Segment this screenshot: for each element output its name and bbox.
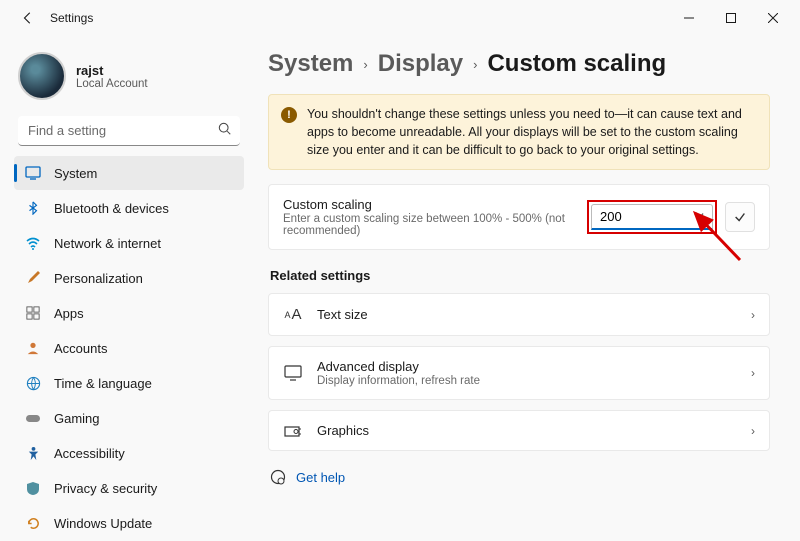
confirm-button[interactable] xyxy=(725,202,755,232)
page-title: Custom scaling xyxy=(487,50,666,78)
sidebar-item-accessibility[interactable]: Accessibility xyxy=(14,436,244,470)
breadcrumb: System › Display › Custom scaling xyxy=(268,50,770,78)
chevron-right-icon: › xyxy=(751,424,755,438)
user-block[interactable]: rajst Local Account xyxy=(14,44,244,114)
close-button[interactable] xyxy=(752,2,794,34)
sidebar-item-label: Time & language xyxy=(54,376,152,391)
custom-scaling-title: Custom scaling xyxy=(283,197,587,212)
sidebar-item-system[interactable]: System xyxy=(14,156,244,190)
breadcrumb-display[interactable]: Display xyxy=(378,50,463,78)
search-box xyxy=(18,116,240,146)
sidebar-item-label: System xyxy=(54,166,97,181)
advanced-display-row[interactable]: Advanced display Display information, re… xyxy=(268,346,770,400)
search-input[interactable] xyxy=(18,116,240,146)
text-size-row[interactable]: AA Text size › xyxy=(268,293,770,336)
sidebar-item-privacy[interactable]: Privacy & security xyxy=(14,471,244,505)
sidebar-item-label: Privacy & security xyxy=(54,481,157,496)
user-name: rajst xyxy=(76,63,148,78)
gamepad-icon xyxy=(24,409,42,427)
apps-icon xyxy=(24,304,42,322)
sidebar-item-label: Windows Update xyxy=(54,516,152,531)
content-area: System › Display › Custom scaling ! You … xyxy=(252,36,800,532)
sidebar-item-network[interactable]: Network & internet xyxy=(14,226,244,260)
warning-banner: ! You shouldn't change these settings un… xyxy=(268,94,770,170)
title-bar: Settings xyxy=(0,0,800,36)
monitor-icon xyxy=(283,365,303,381)
clear-input-icon[interactable]: ✕ xyxy=(695,210,705,224)
minimize-button[interactable] xyxy=(668,2,710,34)
update-icon xyxy=(24,514,42,532)
related-settings-label: Related settings xyxy=(270,268,770,283)
sidebar-item-label: Bluetooth & devices xyxy=(54,201,169,216)
graphics-icon xyxy=(283,424,303,438)
globe-icon xyxy=(24,374,42,392)
avatar xyxy=(18,52,66,100)
breadcrumb-system[interactable]: System xyxy=(268,50,353,78)
nav-list: System Bluetooth & devices Network & int… xyxy=(14,156,244,541)
chevron-right-icon: › xyxy=(473,57,477,72)
maximize-button[interactable] xyxy=(710,2,752,34)
custom-scaling-card: Custom scaling Enter a custom scaling si… xyxy=(268,184,770,250)
user-subtitle: Local Account xyxy=(76,78,148,90)
person-icon xyxy=(24,339,42,357)
accessibility-icon xyxy=(24,444,42,462)
get-help-link[interactable]: Get help xyxy=(296,470,345,485)
chevron-right-icon: › xyxy=(751,308,755,322)
sidebar-item-accounts[interactable]: Accounts xyxy=(14,331,244,365)
warning-icon: ! xyxy=(281,107,297,123)
warning-text: You shouldn't change these settings unle… xyxy=(307,105,757,159)
sidebar-item-apps[interactable]: Apps xyxy=(14,296,244,330)
back-button[interactable] xyxy=(12,2,44,34)
sidebar-item-label: Accounts xyxy=(54,341,107,356)
sidebar-item-time[interactable]: Time & language xyxy=(14,366,244,400)
sidebar-item-personalization[interactable]: Personalization xyxy=(14,261,244,295)
chevron-right-icon: › xyxy=(363,57,367,72)
help-icon xyxy=(270,469,286,485)
shield-icon xyxy=(24,479,42,497)
sidebar-item-label: Accessibility xyxy=(54,446,125,461)
sidebar-item-gaming[interactable]: Gaming xyxy=(14,401,244,435)
window-controls xyxy=(668,2,794,34)
row-title: Advanced display xyxy=(317,359,751,374)
sidebar-item-label: Gaming xyxy=(54,411,100,426)
get-help-row[interactable]: Get help xyxy=(268,469,770,485)
bluetooth-icon xyxy=(24,199,42,217)
search-icon[interactable] xyxy=(218,122,232,141)
sidebar-item-update[interactable]: Windows Update xyxy=(14,506,244,540)
graphics-row[interactable]: Graphics › xyxy=(268,410,770,451)
sidebar-item-label: Network & internet xyxy=(54,236,161,251)
system-icon xyxy=(24,164,42,182)
row-title: Text size xyxy=(317,307,751,322)
sidebar-item-label: Personalization xyxy=(54,271,143,286)
text-size-icon: AA xyxy=(283,306,303,323)
highlight-annotation: ✕ xyxy=(587,200,717,234)
sidebar-item-bluetooth[interactable]: Bluetooth & devices xyxy=(14,191,244,225)
sidebar-item-label: Apps xyxy=(54,306,84,321)
sidebar: rajst Local Account System Bluetooth & d… xyxy=(0,36,252,532)
chevron-right-icon: › xyxy=(751,366,755,380)
wifi-icon xyxy=(24,234,42,252)
brush-icon xyxy=(24,269,42,287)
custom-scaling-sub: Enter a custom scaling size between 100%… xyxy=(283,213,587,237)
row-title: Graphics xyxy=(317,423,751,438)
checkmark-icon xyxy=(733,210,747,224)
row-sub: Display information, refresh rate xyxy=(317,375,751,387)
app-title: Settings xyxy=(50,11,93,25)
